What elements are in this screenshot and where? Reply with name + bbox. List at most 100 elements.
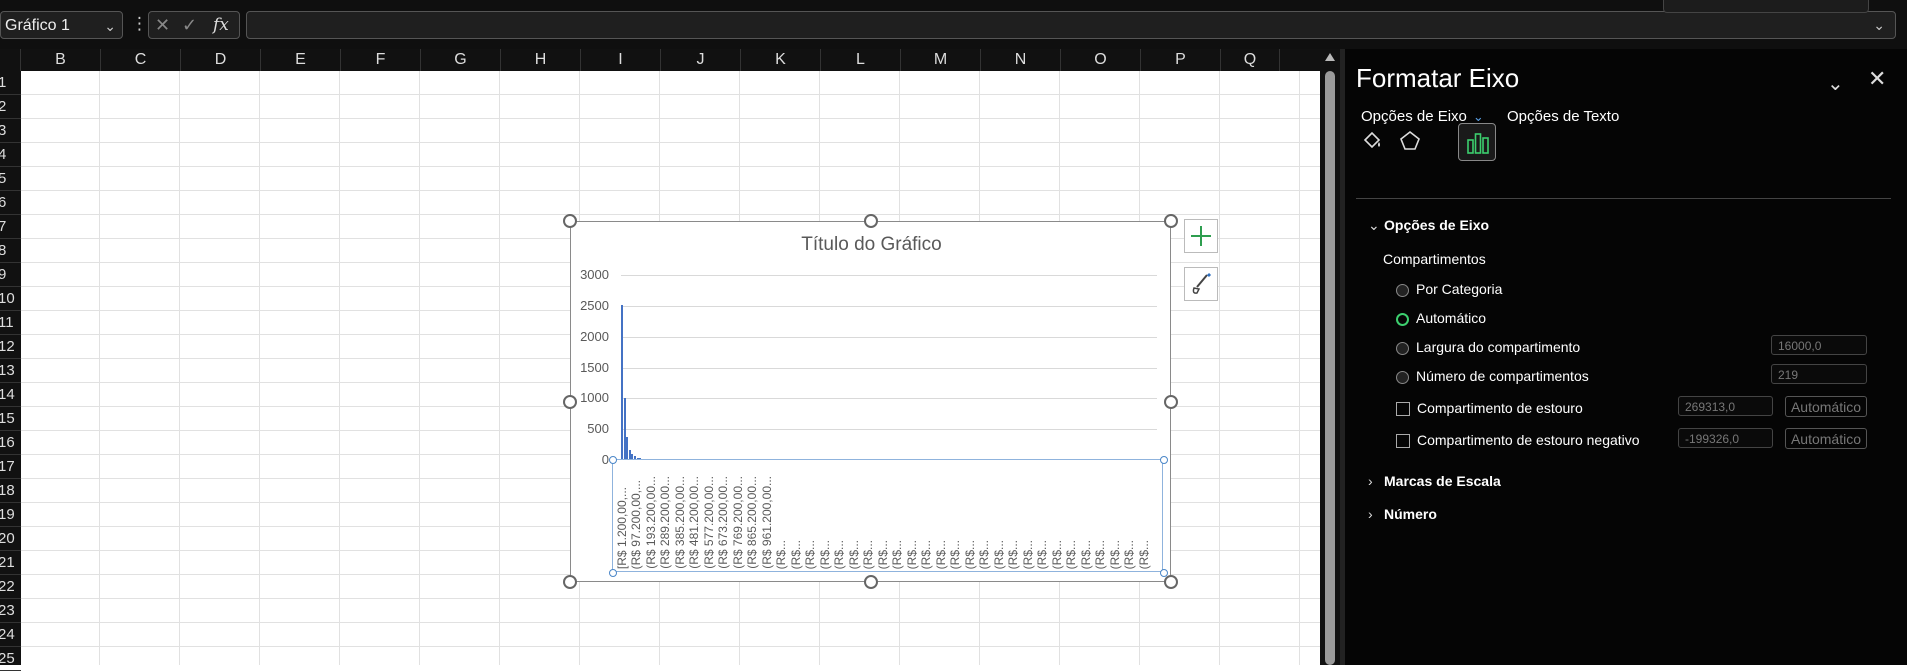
chevron-down-icon[interactable]: ⌄ [104,12,116,40]
overflow-label: Compartimento de estouro [1417,400,1583,416]
cancel-icon[interactable]: ✕ [155,15,170,35]
row-header-22[interactable]: 22 [0,575,21,599]
scroll-up-icon[interactable] [1325,53,1335,61]
scroll-thumb[interactable] [1325,71,1335,665]
row-header-9[interactable]: 9 [0,263,21,287]
column-header-j[interactable]: J [661,49,741,71]
row-header-3[interactable]: 3 [0,119,21,143]
section-tick-marks-label: Marcas de Escala [1384,473,1501,489]
row-header-24[interactable]: 24 [0,623,21,647]
section-axis-options[interactable]: ⌄ Opções de Eixo [1368,217,1489,234]
radio-bin-width[interactable]: Largura do compartimento [1396,339,1580,355]
fill-line-icon[interactable] [1354,123,1390,159]
column-header-q[interactable]: Q [1221,49,1280,71]
row-header-5[interactable]: 5 [0,167,21,191]
radio-circle[interactable] [1396,283,1409,297]
axis-options-icon[interactable] [1458,123,1496,161]
x-axis-selected[interactable]: [R$ 1.200,00,... (R$ 97.200,00,... (R$ 193… [609,456,1168,577]
column-header-d[interactable]: D [181,49,261,71]
underflow-auto-button[interactable]: Automático [1785,428,1867,449]
bin-width-input[interactable]: 16000,0 [1771,335,1867,355]
radio-bin-count[interactable]: Número de compartimentos [1396,368,1589,384]
chart-object[interactable]: Título do Gráfico 3000 2500 2000 1500 1000 50… [570,221,1171,582]
expand-formula-icon[interactable]: ⌄ [1873,17,1885,34]
vertical-scrollbar[interactable] [1320,49,1340,665]
bin-count-input[interactable]: 219 [1771,364,1867,384]
row-header-23[interactable]: 23 [0,599,21,623]
overflow-checkbox[interactable] [1396,402,1410,417]
chevron-down-icon[interactable]: ⌄ [1827,71,1844,96]
row-header-16[interactable]: 16 [0,431,21,455]
row-header-12[interactable]: 12 [0,335,21,359]
radio-circle[interactable] [1396,341,1409,355]
section-number[interactable]: › Número [1368,506,1437,522]
chart-resize-handle[interactable] [1164,575,1178,589]
close-icon[interactable]: ✕ [1868,66,1886,92]
row-header-11[interactable]: 11 [0,311,21,335]
effects-icon[interactable] [1392,123,1428,159]
column-header-f[interactable]: F [341,49,421,71]
underflow-checkbox[interactable] [1396,434,1410,449]
chart-resize-handle[interactable] [1164,394,1178,409]
radio-automatic[interactable]: Automático [1396,310,1486,326]
row-header-21[interactable]: 21 [0,551,21,575]
chart-title[interactable]: Título do Gráfico [571,234,1172,256]
chevron-down-icon[interactable]: ⌄ [1473,109,1484,124]
column-header-n[interactable]: N [981,49,1061,71]
column-header-k[interactable]: K [741,49,821,71]
column-header-l[interactable]: L [821,49,901,71]
underflow-checkbox-row[interactable]: Compartimento de estouro negativo [1396,432,1640,449]
formula-input[interactable]: ⌄ [246,11,1896,39]
column-header-b[interactable]: B [21,49,101,71]
radio-circle-selected[interactable] [1396,312,1409,326]
axis-selection-handle[interactable] [1160,456,1168,464]
row-header-2[interactable]: 2 [0,95,21,119]
chart-resize-handle[interactable] [563,575,577,589]
row-header-15[interactable]: 15 [0,407,21,431]
chart-resize-handle[interactable] [1164,214,1178,228]
row-header-17[interactable]: 17 [0,455,21,479]
chart-resize-handle[interactable] [863,214,878,228]
column-header-c[interactable]: C [101,49,181,71]
column-header-h[interactable]: H [501,49,581,71]
chart-styles-button[interactable] [1184,267,1218,301]
chart-elements-button[interactable] [1184,219,1218,253]
overflow-auto-button[interactable]: Automático [1785,396,1867,417]
row-header-18[interactable]: 18 [0,479,21,503]
insert-function-icon[interactable]: fx [213,15,229,35]
chart-resize-handle[interactable] [563,394,577,409]
overflow-input[interactable]: 269313,0 [1678,396,1773,416]
chart-resize-handle[interactable] [863,575,878,589]
tab-text-options[interactable]: Opções de Texto [1507,108,1619,125]
row-header-19[interactable]: 19 [0,503,21,527]
row-header-25[interactable]: 25 [0,647,21,671]
chart-resize-handle[interactable] [563,214,577,228]
column-header-o[interactable]: O [1061,49,1141,71]
axis-selection-handle[interactable] [609,569,617,577]
name-box[interactable]: Gráfico 1 ⌄ [0,11,123,39]
select-all-corner[interactable] [0,49,21,71]
row-header-14[interactable]: 14 [0,383,21,407]
section-tick-marks[interactable]: › Marcas de Escala [1368,473,1501,489]
column-header-g[interactable]: G [421,49,501,71]
column-header-e[interactable]: E [261,49,341,71]
row-header-7[interactable]: 7 [0,215,21,239]
underflow-input[interactable]: -199326,0 [1678,428,1773,448]
row-header-1[interactable]: 1 [0,71,21,95]
row-header-6[interactable]: 6 [0,191,21,215]
row-header-13[interactable]: 13 [0,359,21,383]
y-tick-label: 0 [601,452,609,467]
row-header-20[interactable]: 20 [0,527,21,551]
radio-by-category[interactable]: Por Categoria [1396,281,1502,297]
column-header-i[interactable]: I [581,49,661,71]
column-header-p[interactable]: P [1141,49,1221,71]
row-header-4[interactable]: 4 [0,143,21,167]
more-options-icon[interactable]: ⋮ [131,14,148,34]
radio-circle[interactable] [1396,370,1409,384]
axis-selection-handle[interactable] [609,456,617,464]
confirm-icon[interactable]: ✓ [182,15,197,35]
row-header-10[interactable]: 10 [0,287,21,311]
overflow-checkbox-row[interactable]: Compartimento de estouro [1396,400,1583,417]
row-header-8[interactable]: 8 [0,239,21,263]
column-header-m[interactable]: M [901,49,981,71]
